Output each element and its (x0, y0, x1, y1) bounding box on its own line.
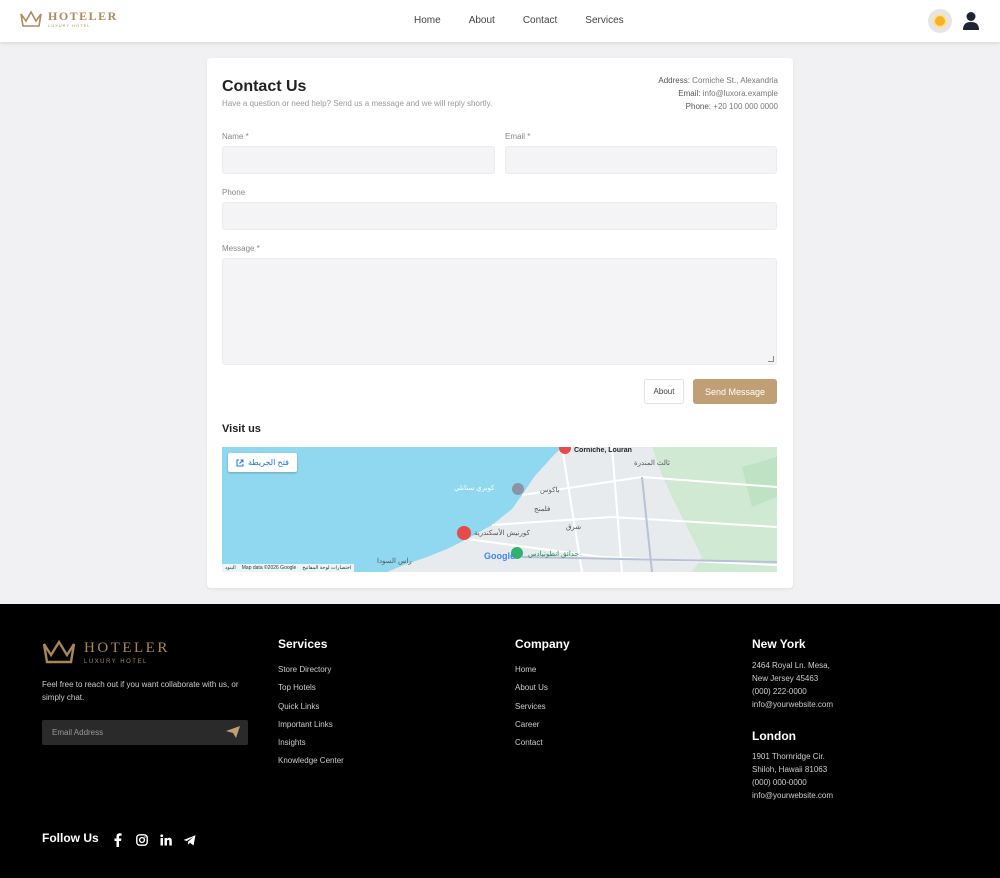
footer-logo-name: HOTELER (84, 639, 170, 656)
address-line: 1901 Thornridge Cir. (752, 752, 825, 761)
phone-field-label: Phone (222, 188, 246, 197)
logo-name: HOTELER (48, 9, 118, 23)
map-terms[interactable]: البنود (225, 565, 236, 571)
map-data-credit: Map data ©2026 Google (241, 565, 297, 571)
footer-link[interactable]: About Us (515, 679, 548, 697)
company-title: Company (515, 637, 570, 651)
address-value: Corniche St., Alexandria (692, 76, 778, 85)
message-textarea[interactable] (222, 258, 777, 365)
logo[interactable]: HOTELER LUXURY HOTEL (20, 10, 118, 28)
resize-handle[interactable] (768, 356, 774, 362)
footer-about-text: Feel free to reach out if you want colla… (42, 680, 239, 702)
social-links (111, 833, 196, 847)
theme-toggle-button[interactable] (928, 9, 952, 33)
services-title: Services (278, 637, 328, 651)
company-list: Home About Us Services Career Contact (515, 661, 548, 752)
nav-contact[interactable]: Contact (523, 15, 557, 26)
email-value: info@luxora.example (702, 89, 778, 98)
linkedin-icon[interactable] (159, 833, 172, 847)
logo-subtitle: LUXURY HOTEL (48, 23, 91, 28)
footer-link[interactable]: Insights (278, 734, 344, 752)
address-label: Address: (658, 76, 690, 85)
map-label-sidi: ثالث المندرة (634, 460, 670, 467)
map-credits: البنود Map data ©2026 Google اختصارات لو… (222, 564, 355, 572)
address-line: 2464 Royal Ln. Mesa, (752, 661, 830, 670)
footer-logo-subtitle: LUXURY HOTEL (84, 658, 148, 665)
london-address: 1901 Thornridge Cir. Shiloh, Hawaii 8106… (752, 750, 833, 802)
phone-value: +20 100 000 0000 (713, 102, 778, 111)
map-label-bakos: باكوس (540, 487, 560, 494)
map-label-corniche: Corniche, Louran (574, 447, 632, 454)
nav-about[interactable]: About (469, 15, 495, 26)
footer-link[interactable]: Quick Links (278, 698, 344, 716)
contact-info: Address: Corniche St., Alexandria Email:… (658, 74, 778, 113)
page-title: Contact Us (222, 78, 307, 95)
crown-icon (42, 639, 76, 664)
footer-link[interactable]: Top Hotels (278, 679, 344, 697)
footer-link[interactable]: Home (515, 661, 548, 679)
address-line: New Jersey 45463 (752, 674, 819, 683)
map-label-ras: راس السودا (377, 558, 412, 565)
email-label: Email: (678, 89, 701, 98)
nav-services[interactable]: Services (585, 15, 623, 26)
email-field[interactable] (505, 146, 777, 174)
map-embed[interactable]: Corniche, Louran كوبري ستانلي باكوس فلمن… (222, 447, 777, 572)
newsletter-email-input[interactable]: Email Address (42, 720, 248, 745)
map-shortcuts[interactable]: اختصارات لوحة المفاتيح (302, 565, 351, 571)
sun-icon (935, 16, 945, 26)
map-label-feleming: فلمنج (534, 506, 551, 513)
address-phone: (000) 222-0000 (752, 687, 807, 696)
footer-link[interactable]: Services (515, 698, 548, 716)
crown-icon (20, 10, 42, 27)
site-header: HOTELER LUXURY HOTEL Home About Contact … (0, 0, 1000, 42)
footer-logo[interactable]: HOTELER LUXURY HOTEL (42, 639, 170, 665)
services-list: Store Directory Top Hotels Quick Links I… (278, 661, 344, 771)
map-label-stanley: كوبري ستانلي (454, 485, 495, 492)
site-footer: HOTELER LUXURY HOTEL Feel free to reach … (0, 604, 1000, 878)
phone-label: Phone: (685, 102, 712, 111)
footer-link[interactable]: Knowledge Center (278, 752, 344, 770)
telegram-icon[interactable] (183, 833, 196, 847)
address-phone: (000) 000-0000 (752, 778, 807, 787)
footer-link[interactable]: Contact (515, 734, 548, 752)
visit-us-title: Visit us (222, 423, 261, 435)
phone-field[interactable] (222, 202, 777, 230)
name-field[interactable] (222, 146, 495, 174)
map-label-corniche-ar: كورنيش الأسكندرية (474, 530, 530, 537)
address-email[interactable]: info@yourwebsite.com (752, 789, 833, 802)
facebook-icon[interactable] (111, 833, 124, 847)
page-subtitle: Have a question or need help? Send us a … (222, 99, 493, 108)
email-field-label: Email * (505, 132, 531, 141)
google-logo: Google (484, 551, 515, 561)
email-placeholder: Email Address (52, 728, 104, 737)
new-york-title: New York (752, 637, 806, 651)
message-label: Message * (222, 244, 260, 253)
map-label-sharq: شرق (566, 524, 582, 531)
address-line: Shiloh, Hawaii 81063 (752, 765, 828, 774)
open-map-label: فتح الخريطة (248, 458, 289, 467)
follow-us-title: Follow Us (42, 831, 99, 845)
user-icon[interactable] (962, 11, 980, 31)
external-link-icon (236, 459, 244, 466)
instagram-icon[interactable] (135, 833, 148, 847)
footer-link[interactable]: Career (515, 716, 548, 734)
contact-card: Contact Us Have a question or need help?… (207, 58, 793, 588)
map-label-antoniadis: حدائق انطونيادس (528, 551, 579, 558)
send-icon[interactable] (226, 726, 240, 738)
about-button[interactable]: About (644, 379, 684, 404)
address-email[interactable]: info@yourwebsite.com (752, 698, 833, 711)
main-nav: Home About Contact Services (414, 15, 652, 26)
send-message-button[interactable]: Send Message (693, 379, 777, 404)
open-map-button[interactable]: فتح الخريطة (228, 453, 297, 472)
london-title: London (752, 729, 796, 743)
name-label: Name * (222, 132, 249, 141)
new-york-address: 2464 Royal Ln. Mesa, New Jersey 45463 (0… (752, 659, 833, 711)
footer-link[interactable]: Store Directory (278, 661, 344, 679)
nav-home[interactable]: Home (414, 15, 441, 26)
footer-link[interactable]: Important Links (278, 716, 344, 734)
